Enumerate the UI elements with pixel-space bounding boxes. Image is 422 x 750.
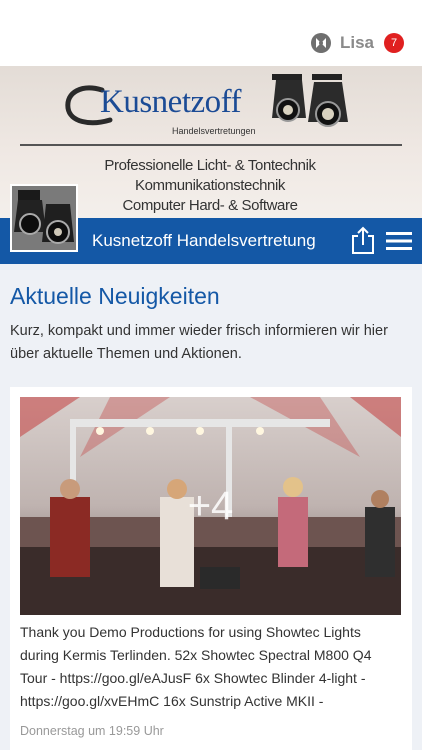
news-heading: Aktuelle Neuigkeiten — [10, 283, 220, 309]
post-photo[interactable]: +4 — [20, 397, 401, 615]
banner-divider — [20, 144, 402, 146]
news-intro: Kurz, kompakt und immer wieder frisch in… — [10, 323, 388, 362]
spotlight-thumbnail-image — [12, 186, 76, 250]
user-account[interactable]: Lisa 7 — [310, 31, 404, 55]
news-post-card[interactable]: +4 Thank you Demo Productions for using … — [10, 387, 412, 750]
spotlights-image — [272, 74, 348, 127]
banner-tagline: Professionelle Licht- & Tontechnik — [104, 157, 316, 174]
notification-badge[interactable]: 7 — [384, 33, 404, 53]
banner-tagline: Kommunikationstechnik — [134, 177, 285, 194]
logo-name: Kusnetzoff — [100, 84, 242, 120]
banner-tagline: Computer Hard- & Software — [122, 197, 298, 214]
top-bar: Lisa 7 — [0, 0, 422, 66]
user-logo-icon — [310, 33, 331, 53]
post-timestamp: Donnerstag um 19:59 Uhr — [20, 724, 164, 738]
main-content: Aktuelle Neuigkeiten Kurz, kompakt und i… — [0, 264, 422, 750]
post-text: Thank you Demo Productions for using Sho… — [20, 624, 372, 709]
hamburger-menu-icon[interactable] — [386, 230, 412, 252]
more-photos-count[interactable]: +4 — [20, 397, 401, 615]
page-title: Kusnetzoff Handelsvertretung — [92, 231, 316, 250]
company-logo: Kusnetzoff Handelsvertretungen — [62, 78, 256, 138]
share-icon[interactable] — [350, 225, 376, 255]
logo-subtitle: Handelsvertretungen — [172, 126, 256, 136]
user-name[interactable]: Lisa — [340, 33, 374, 53]
profile-thumbnail[interactable] — [10, 184, 78, 252]
